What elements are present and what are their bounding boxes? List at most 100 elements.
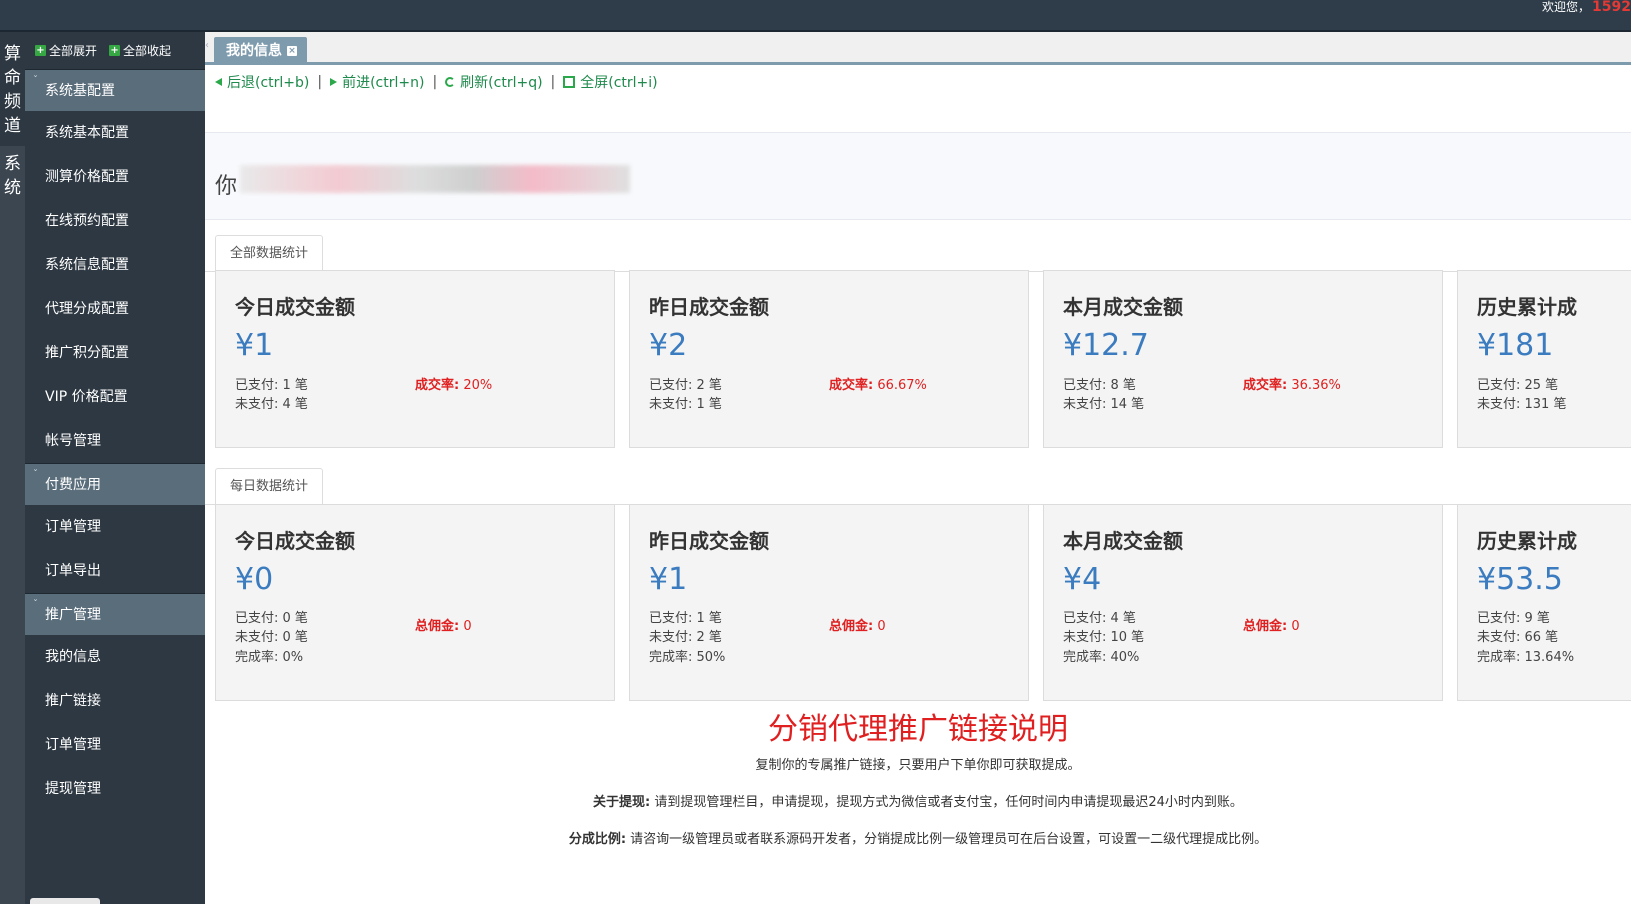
- sidebar-item[interactable]: 在线预约配置: [25, 199, 205, 243]
- collapse-all-button[interactable]: + 全部收起: [109, 42, 171, 59]
- category-label: 算命频道: [4, 44, 21, 136]
- daily-card-history: 历史累计成 ¥53.5 已支付: 9 笔 未支付: 66 笔 完成率: 13.6…: [1457, 504, 1631, 701]
- sidebar-item[interactable]: 系统信息配置: [25, 243, 205, 287]
- card-title: 历史累计成: [1477, 529, 1577, 553]
- completion-rate: 完成率: 50%: [649, 650, 726, 665]
- sidebar-item-label: 系统基本配置: [45, 125, 129, 141]
- sidebar-item-label: 代理分成配置: [45, 301, 129, 317]
- top-header: 欢迎您， 1592: [0, 0, 1631, 32]
- tab-all-stats[interactable]: 全部数据统计: [215, 235, 324, 272]
- unpaid-count: 未支付: 2 笔: [649, 630, 722, 645]
- card-title: 本月成交金额: [1063, 295, 1183, 319]
- sidebar-item-label: 提现管理: [45, 781, 101, 797]
- user-name[interactable]: 1592: [1592, 0, 1631, 14]
- back-button[interactable]: 后退(ctrl+b): [215, 72, 309, 92]
- stat-card-month: 本月成交金额 ¥12.7 已支付: 8 笔 未支付: 14 笔 成交率: 36.…: [1043, 270, 1443, 448]
- group-title: 付费应用: [45, 477, 101, 493]
- arrow-left-icon: [215, 78, 222, 86]
- sidebar-item[interactable]: 订单导出: [25, 549, 205, 593]
- sidebar-item-label: 在线预约配置: [45, 213, 129, 229]
- tab-label: 我的信息: [226, 43, 282, 59]
- paid-count: 已支付: 4 笔: [1063, 611, 1136, 626]
- unpaid-count: 未支付: 131 笔: [1477, 397, 1567, 412]
- sidebar-group-promotion: ˇ 推广管理 我的信息 推广链接 订单管理 提现管理: [25, 593, 205, 811]
- sidebar-item-label: 测算价格配置: [45, 169, 129, 185]
- rate-label: 成交率:: [1243, 378, 1288, 393]
- fullscreen-icon: [563, 76, 576, 88]
- commission-label: 总佣金:: [415, 619, 460, 634]
- ratio-note: 分成比例: 请咨询一级管理员或者联系源码开发者，分销提成比例一级管理员可在后台设…: [205, 828, 1631, 847]
- chevron-left-icon[interactable]: ‹: [205, 40, 211, 54]
- daily-card-today: 今日成交金额 ¥0 已支付: 0 笔 未支付: 0 笔 完成率: 0% 总佣金:…: [215, 504, 615, 701]
- sidebar-item[interactable]: 订单管理: [25, 723, 205, 767]
- withdraw-note: 关于提现: 请到提现管理栏目，申请提现，提现方式为微信或者支付宝，任何时间内申请…: [205, 791, 1631, 810]
- category-system[interactable]: 系统: [0, 146, 25, 200]
- paid-count: 已支付: 1 笔: [235, 378, 308, 393]
- paid-count: 已支付: 2 笔: [649, 378, 722, 393]
- close-icon[interactable]: ×: [287, 46, 297, 56]
- refresh-button[interactable]: 刷新(ctrl+q): [445, 72, 543, 92]
- expand-all-button[interactable]: + 全部展开: [35, 42, 97, 59]
- sidebar-item-label: 系统信息配置: [45, 257, 129, 273]
- sidebar-item[interactable]: 帐号管理: [25, 419, 205, 463]
- paid-count: 已支付: 0 笔: [235, 611, 308, 626]
- redacted-blur: [240, 165, 630, 193]
- sidebar-item[interactable]: 系统基本配置: [25, 111, 205, 155]
- unpaid-count: 未支付: 66 笔: [1477, 630, 1559, 645]
- sidebar-item-label: VIP 价格配置: [45, 389, 128, 405]
- withdraw-label: 关于提现:: [593, 795, 651, 810]
- commission-label: 总佣金:: [1243, 619, 1288, 634]
- sidebar-item[interactable]: 测算价格配置: [25, 155, 205, 199]
- rate-value: 66.67%: [877, 378, 927, 393]
- sidebar-item[interactable]: 我的信息: [25, 635, 205, 679]
- sidebar-item[interactable]: VIP 价格配置: [25, 375, 205, 419]
- total-commission: 总佣金: 0: [829, 615, 886, 634]
- ratio-text: 请咨询一级管理员或者联系源码开发者，分销提成比例一级管理员可在后台设置，可设置一…: [630, 832, 1268, 847]
- sidebar-item[interactable]: 推广积分配置: [25, 331, 205, 375]
- fullscreen-button[interactable]: 全屏(ctrl+i): [563, 72, 658, 92]
- card-amount: ¥12.7: [1063, 328, 1149, 363]
- sidebar-group-header[interactable]: ˇ 系统基配置: [25, 69, 205, 111]
- group-title: 系统基配置: [45, 83, 115, 99]
- sidebar-group-paid-apps: ˇ 付费应用 订单管理 订单导出: [25, 463, 205, 593]
- sidebar-item[interactable]: 推广链接: [25, 679, 205, 723]
- sidebar-item[interactable]: 提现管理: [25, 767, 205, 811]
- tab-my-info[interactable]: 我的信息 ×: [214, 37, 307, 65]
- stat-card-yesterday: 昨日成交金额 ¥2 已支付: 2 笔 未支付: 1 笔 成交率: 66.67%: [629, 270, 1029, 448]
- sidebar-group-header[interactable]: ˇ 推广管理: [25, 593, 205, 635]
- divider: |: [317, 74, 323, 90]
- greeting-banner: 你: [205, 132, 1631, 220]
- sidebar-item-label: 推广积分配置: [45, 345, 129, 361]
- greeting-text: 你: [215, 174, 238, 199]
- divider: |: [550, 74, 556, 90]
- arrow-right-icon: [330, 78, 338, 86]
- completion-rate: 完成率: 13.64%: [1477, 650, 1575, 665]
- deal-rate: 成交率: 66.67%: [829, 374, 927, 393]
- unpaid-count: 未支付: 1 笔: [649, 397, 722, 412]
- card-title: 历史累计成: [1477, 295, 1577, 319]
- sidebar-group-header[interactable]: ˇ 付费应用: [25, 463, 205, 505]
- main-content: ‹ 我的信息 × 后退(ctrl+b) | 前进(ctrl+n) | 刷新(ct…: [205, 32, 1631, 904]
- sidebar-item-label: 帐号管理: [45, 433, 101, 449]
- sidebar-tools: + 全部展开 + 全部收起: [25, 32, 205, 69]
- daily-card-month: 本月成交金额 ¥4 已支付: 4 笔 未支付: 10 笔 完成率: 40% 总佣…: [1043, 504, 1443, 701]
- chevron-down-icon: ˇ: [33, 469, 38, 480]
- stat-card-history: 历史累计成 ¥181 已支付: 25 笔 未支付: 131 笔: [1457, 270, 1631, 448]
- paid-count: 已支付: 8 笔: [1063, 378, 1136, 393]
- card-amount: ¥181: [1477, 328, 1554, 363]
- tab-daily-stats[interactable]: 每日数据统计: [215, 468, 324, 505]
- tab-bar: ‹ 我的信息 ×: [205, 32, 1631, 65]
- divider: |: [432, 74, 438, 90]
- paid-count: 已支付: 25 笔: [1477, 378, 1559, 393]
- paid-count: 已支付: 9 笔: [1477, 611, 1550, 626]
- category-fortune-channel[interactable]: 算命频道: [0, 32, 25, 146]
- chevron-down-icon: ˇ: [33, 599, 38, 610]
- description-intro: 复制你的专属推广链接，只要用户下单你即可获取提成。: [755, 758, 1081, 773]
- sidebar-item-label: 我的信息: [45, 649, 101, 665]
- forward-button[interactable]: 前进(ctrl+n): [330, 72, 424, 92]
- card-amount: ¥1: [649, 562, 688, 597]
- deal-rate: 成交率: 36.36%: [1243, 374, 1341, 393]
- withdraw-text: 请到提现管理栏目，申请提现，提现方式为微信或者支付宝，任何时间内申请提现最迟24…: [654, 795, 1243, 810]
- sidebar-item[interactable]: 代理分成配置: [25, 287, 205, 331]
- sidebar-item[interactable]: 订单管理: [25, 505, 205, 549]
